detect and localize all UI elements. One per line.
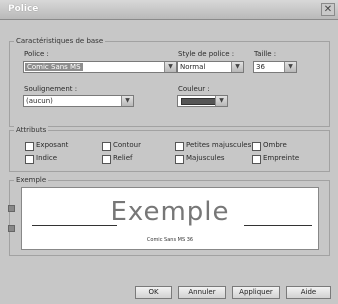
preview-sample-text: Exemple <box>110 197 230 227</box>
checkbox-label: Majuscules <box>186 154 225 162</box>
checkbox-label: Petites majuscules <box>186 141 252 149</box>
attributes-legend: Attributs <box>14 126 49 134</box>
checkbox-label: Indice <box>36 154 58 162</box>
font-size-label: Taille : <box>254 50 277 58</box>
close-button[interactable]: ✕ <box>321 3 335 16</box>
color-label: Couleur : <box>178 85 210 93</box>
chevron-down-icon[interactable]: ▼ <box>164 62 176 72</box>
checkbox-box[interactable] <box>175 142 184 151</box>
checkbox-label: Ombre <box>263 141 287 149</box>
chevron-down-icon[interactable]: ▼ <box>284 62 296 72</box>
chevron-down-icon[interactable]: ▼ <box>231 62 243 72</box>
font-select[interactable]: Comic Sans MS ▼ <box>23 61 177 73</box>
checkbox-box[interactable] <box>25 155 34 164</box>
attributes-group: Attributs Exposant Contour Petites majus… <box>9 126 330 172</box>
chevron-down-icon[interactable]: ▼ <box>121 96 133 106</box>
preview-legend: Exemple <box>14 176 49 184</box>
font-style-select[interactable]: Normal ▼ <box>177 61 244 73</box>
cancel-button[interactable]: Annuler <box>178 286 226 299</box>
chevron-down-icon[interactable]: ▼ <box>215 96 227 106</box>
ok-button[interactable]: OK <box>135 286 172 299</box>
font-style-select-value: Normal <box>180 63 206 71</box>
preview-font-info: Comic Sans MS 36 <box>146 237 194 243</box>
font-size-select[interactable]: 36 ▼ <box>253 61 297 73</box>
checkbox-box[interactable] <box>252 155 261 164</box>
preview-group: Exemple Exemple Comic Sans MS 36 <box>8 176 330 256</box>
font-label: Police : <box>24 50 49 58</box>
preview-box: Exemple Comic Sans MS 36 <box>21 187 319 250</box>
close-icon: ✕ <box>323 4 333 15</box>
underline-label: Soulignement : <box>24 85 78 93</box>
checkbox-label: Contour <box>113 141 141 149</box>
checkbox-label: Empreinte <box>263 154 300 162</box>
help-button[interactable]: Aide <box>286 286 331 299</box>
apply-button[interactable]: Appliquer <box>232 286 280 299</box>
underline-select[interactable]: (aucun) ▼ <box>23 95 134 107</box>
checkbox-box[interactable] <box>252 142 261 151</box>
checkbox-box[interactable] <box>102 155 111 164</box>
color-swatch <box>181 98 216 105</box>
font-size-select-value: 36 <box>256 63 265 71</box>
font-style-label: Style de police : <box>178 50 235 58</box>
checkbox-box[interactable] <box>102 142 111 151</box>
basic-characteristics-legend: Caractéristiques de base <box>14 37 106 45</box>
title-bar: Police ✕ <box>0 0 338 20</box>
checkbox-label: Relief <box>113 154 133 162</box>
scroll-down-icon[interactable] <box>8 225 15 232</box>
scroll-up-icon[interactable] <box>8 205 15 212</box>
window-title: Police <box>8 4 39 14</box>
checkbox-box[interactable] <box>25 142 34 151</box>
basic-characteristics-group: Caractéristiques de base Police : Comic … <box>9 37 330 127</box>
font-dialog: Caractéristiques de base Police : Comic … <box>0 20 338 304</box>
color-select[interactable]: ▼ <box>177 95 228 107</box>
font-select-value: Comic Sans MS <box>25 63 83 71</box>
underline-select-value: (aucun) <box>26 97 53 105</box>
checkbox-box[interactable] <box>175 155 184 164</box>
checkbox-label: Exposant <box>36 141 69 149</box>
